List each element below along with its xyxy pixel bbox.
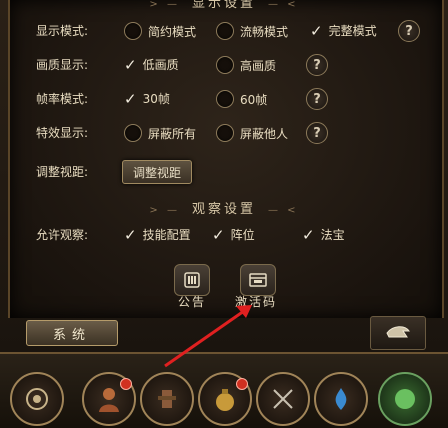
- settings-screen: > — 显示设置 — < 显示模式: 简约模式 流畅模式 ✓ 完整模式 ? 画质显示…: [0, 0, 448, 428]
- annotation-arrow: [164, 305, 252, 368]
